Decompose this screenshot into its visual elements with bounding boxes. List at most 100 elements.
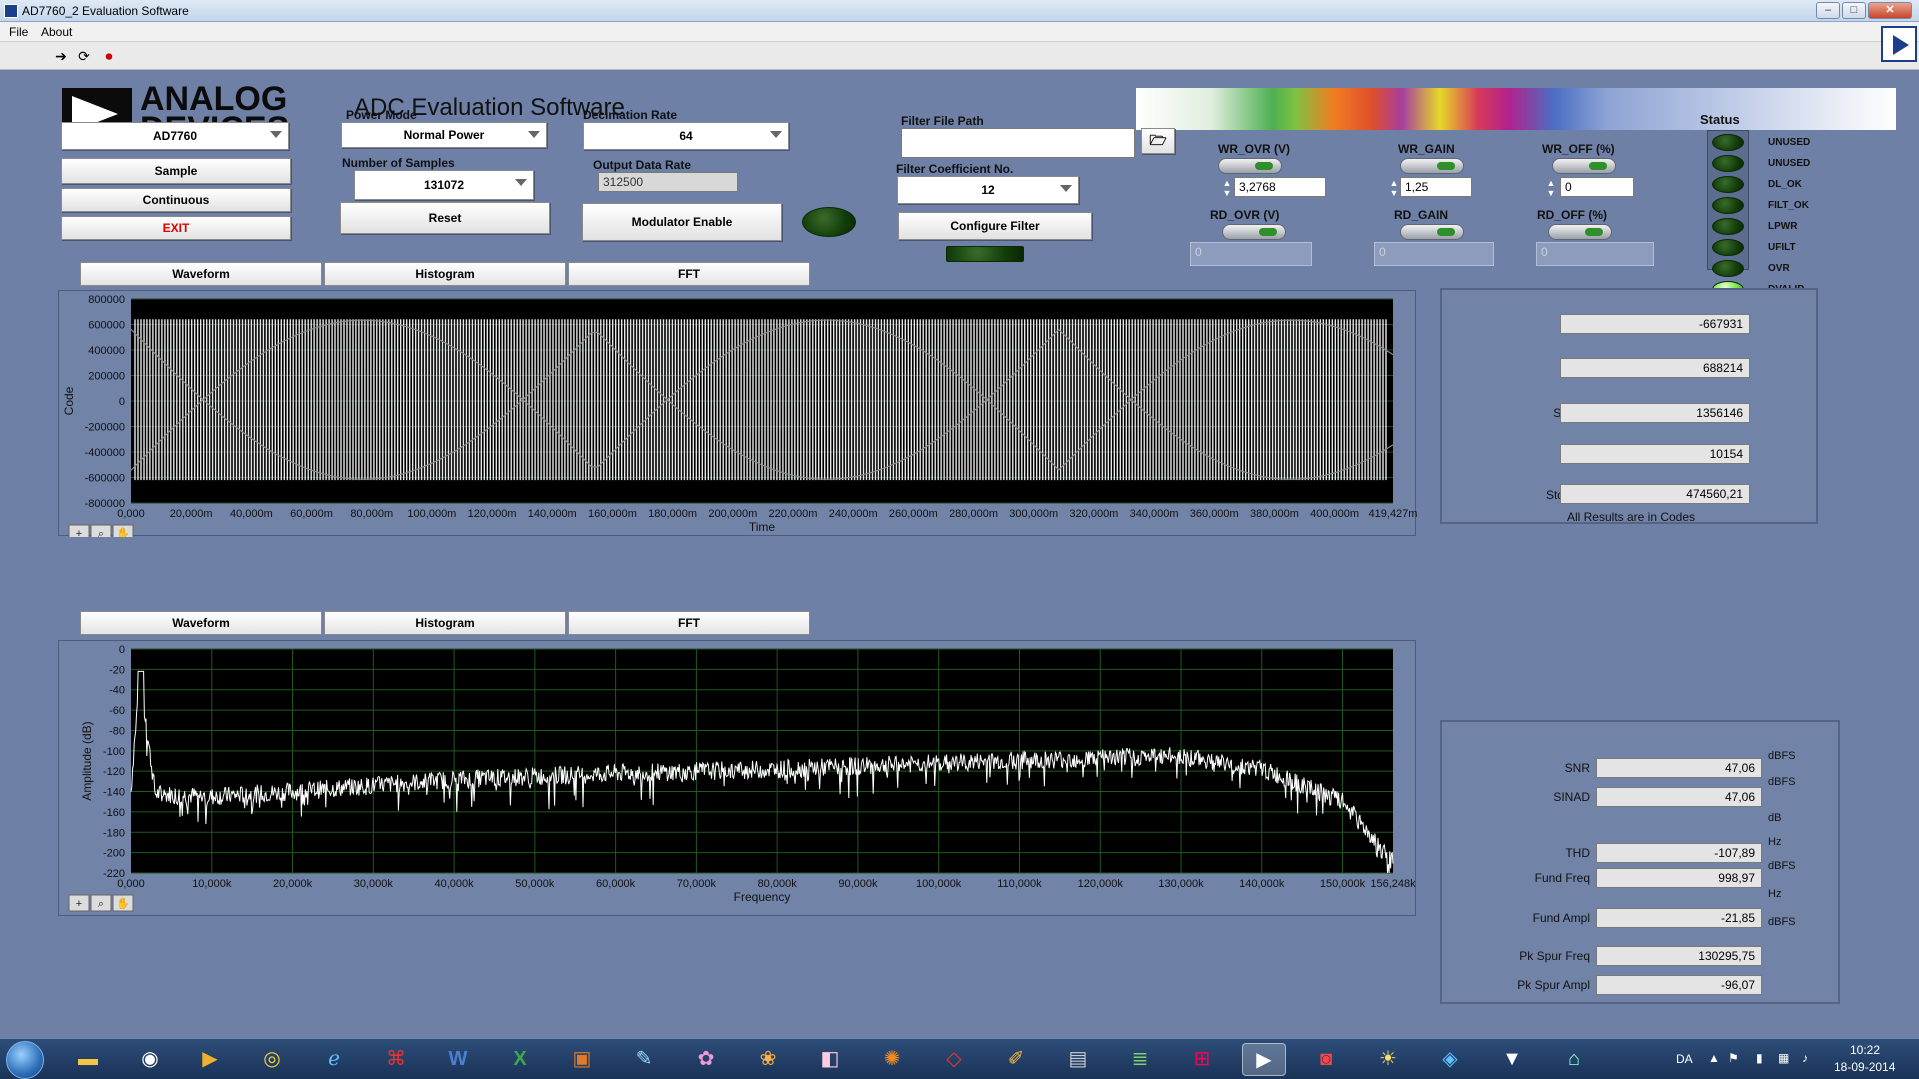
wr-off-knob[interactable] [1552,158,1616,174]
tray-battery-icon[interactable]: ▮ [1756,1051,1763,1065]
y-tick-label: -400000 [85,447,125,459]
plot-area [131,649,1393,873]
tray-volume-icon[interactable]: ♪ [1802,1051,1808,1065]
camera-icon[interactable]: ◙ [1304,1043,1348,1076]
x-tick-label: 280,000m [949,508,998,520]
menu-file[interactable]: File [9,25,28,39]
tab-histogram[interactable]: Histogram [324,611,566,635]
fox-icon[interactable]: ▼ [1490,1043,1534,1076]
clock-time[interactable]: 10:22 [1850,1043,1880,1057]
configure-filter-button[interactable]: Configure Filter [898,212,1092,240]
cad-icon[interactable]: ◇ [932,1043,976,1076]
labview-icon[interactable]: ⌂ [1552,1043,1596,1076]
folder-open-icon[interactable]: 🗁 [1141,128,1175,154]
tab-waveform[interactable]: Waveform [80,611,322,635]
start-button[interactable] [6,1041,44,1079]
min-value: -667931 [1560,314,1750,334]
wr-gain-knob[interactable] [1400,158,1464,174]
windows-flag-icon[interactable]: ⊞ [1180,1043,1224,1076]
powerpoint-icon[interactable]: ▣ [560,1043,604,1076]
photo-icon[interactable]: ❀ [746,1043,790,1076]
tray-flag-icon[interactable]: ⚑ [1728,1051,1739,1065]
fund-freq-label: Fund Freq [1534,871,1590,885]
thd-value: -107,89 [1596,843,1762,863]
filter-coef-select[interactable]: 12 [897,176,1079,204]
diamond-icon[interactable]: ◈ [1428,1043,1472,1076]
network-icon[interactable]: ≣ [1118,1043,1162,1076]
wr-off-stepper[interactable]: ▲ ▼ [1545,178,1557,198]
wr-gain-input[interactable]: 1,25 [1400,177,1472,197]
y-tick-label: 0 [119,644,125,656]
abort-icon[interactable]: ⏺ [100,47,118,65]
window-title: AD7760_2 Evaluation Software [22,4,189,18]
tab-fft[interactable]: FFT [568,611,810,635]
x-tick-label: 200,000m [708,508,757,520]
stats-note: All Results are in Codes [1566,510,1696,524]
reset-button[interactable]: Reset [340,202,550,234]
lightbulb-icon[interactable]: ☀ [1366,1043,1410,1076]
calculator-icon[interactable]: ▤ [1056,1043,1100,1076]
exit-button[interactable]: EXIT [61,216,291,240]
rd-gain-field: 0 [1374,242,1494,266]
acrobat-icon[interactable]: ⌘ [374,1043,418,1076]
filter-path-input[interactable] [901,128,1135,158]
chrome-icon[interactable]: ◎ [250,1043,294,1076]
tray-network-icon[interactable]: ▦ [1778,1051,1789,1065]
run-arrow-icon[interactable]: ➔ [52,47,70,65]
x-tick-label: 220,000m [769,508,818,520]
notes-icon[interactable]: ✎ [622,1043,666,1076]
blender-icon[interactable]: ✺ [870,1043,914,1076]
language-indicator[interactable]: DA [1676,1052,1693,1066]
snr-label: SNR [1564,761,1590,775]
run-continuous-icon[interactable]: ⟳ [75,47,93,65]
wr-ovr-knob[interactable] [1218,158,1282,174]
x-tick-label: 50,000k [515,878,555,890]
x-tick-label: 70,000k [677,878,717,890]
thd-label: THD [1565,846,1590,860]
menu-about[interactable]: About [41,25,72,39]
edit-icon[interactable]: ✐ [994,1043,1038,1076]
sample-button[interactable]: Sample [61,158,291,184]
media-player-icon[interactable]: ▶ [188,1043,232,1076]
tab-fft[interactable]: FFT [568,262,810,286]
evaluation-software-icon[interactable]: ▶ [1242,1043,1286,1076]
modulator-led [802,207,856,237]
device-select[interactable]: AD7760 [61,122,289,150]
wr-ovr-input[interactable]: 3,2768 [1234,177,1326,197]
hand-icon: ✋ [116,897,130,910]
tab-waveform[interactable]: Waveform [80,262,322,286]
explorer-icon[interactable]: ▬ [66,1043,110,1076]
modulator-enable-button[interactable]: Modulator Enable [582,203,782,241]
waveform-graph: 800000 600000 400000 200000 0 -200000 -400000 -… [62,294,1417,542]
wr-gain-stepper[interactable]: ▲ ▼ [1388,178,1400,198]
continuous-button[interactable]: Continuous [61,188,291,212]
internet-explorer-icon[interactable]: ℯ [312,1043,356,1076]
wr-off-input[interactable]: 0 [1560,177,1634,197]
wr-ovr-label: WR_OVR (V) [1218,142,1290,156]
y-tick-label: 200000 [88,371,125,383]
maximize-icon[interactable]: □ [1842,2,1866,19]
mean-value: 10154 [1560,444,1750,464]
tray-chevron-icon[interactable]: ▲ [1708,1051,1720,1065]
x-tick-label: 100,000k [916,878,962,890]
paint-icon[interactable]: ✿ [684,1043,728,1076]
unit-label: dBFS [1768,776,1796,788]
power-mode-select[interactable]: Normal Power [341,122,547,148]
x-tick-label: 160,000m [588,508,637,520]
messenger-icon[interactable]: ◉ [128,1043,172,1076]
minimize-icon[interactable]: – [1816,2,1840,19]
num-samples-select[interactable]: 131072 [354,170,534,200]
close-icon[interactable]: ✕ [1868,2,1912,19]
status-label: OVR [1768,263,1790,274]
filter-coef-label: Filter Coefficient No. [896,162,1014,176]
status-label: DL_OK [1768,179,1802,190]
decimation-select[interactable]: 64 [583,122,789,150]
snr-value: 47,06 [1596,758,1762,778]
rd-gain-knob [1400,224,1464,240]
tab-histogram[interactable]: Histogram [324,262,566,286]
clock-date[interactable]: 18-09-2014 [1834,1060,1895,1074]
wr-ovr-stepper[interactable]: ▲ ▼ [1221,178,1233,198]
document-icon[interactable]: ◧ [808,1043,852,1076]
excel-icon[interactable]: X [498,1043,542,1076]
word-icon[interactable]: W [436,1043,480,1076]
